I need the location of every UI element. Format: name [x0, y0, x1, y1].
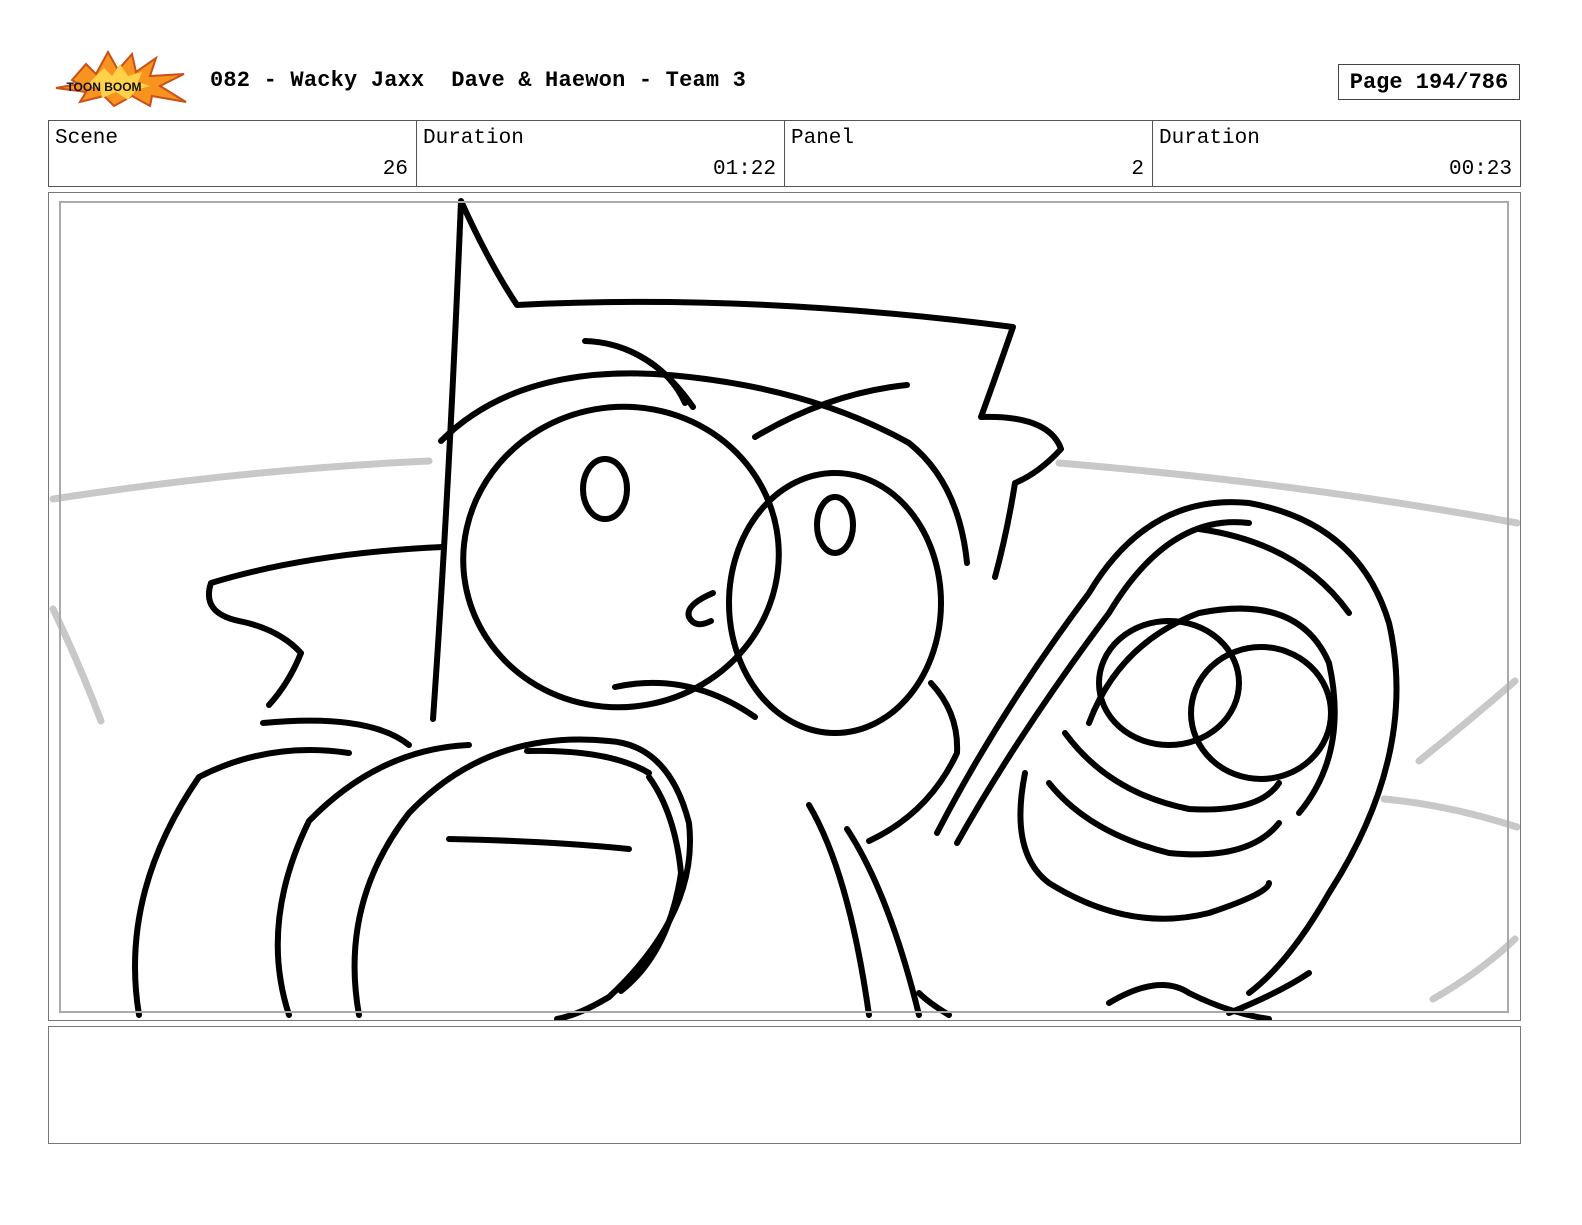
toon-boom-logo: TOON BOOM: [52, 49, 188, 108]
panel-safe-frame: [59, 201, 1509, 1013]
page-number: Page 194/786: [1338, 64, 1520, 100]
panel-duration-value: 00:23: [1448, 158, 1512, 181]
panel-cell: Panel 2: [785, 121, 1153, 186]
scene-duration-value: 01:22: [712, 158, 776, 181]
scene-cell: Scene 26: [49, 121, 417, 186]
panel-duration-label: Duration: [1159, 127, 1260, 150]
scene-label: Scene: [55, 127, 119, 150]
scene-info-table: Scene 26 Duration 01:22 Panel 2 Duration…: [48, 120, 1521, 187]
storyboard-title: 082 - Wacky Jaxx Dave & Haewon - Team 3: [210, 68, 747, 93]
panel-notes-box: [48, 1026, 1521, 1144]
scene-duration-label: Duration: [423, 127, 524, 150]
page-number-label: Page 194/786: [1349, 69, 1509, 95]
scene-duration-cell: Duration 01:22: [417, 121, 785, 186]
scene-value: 26: [382, 158, 408, 181]
panel-label: Panel: [791, 127, 855, 150]
logo-text: TOON BOOM: [66, 80, 141, 94]
panel-duration-cell: Duration 00:23: [1153, 121, 1520, 186]
panel-value: 2: [1131, 158, 1144, 181]
storyboard-panel: [48, 192, 1521, 1021]
